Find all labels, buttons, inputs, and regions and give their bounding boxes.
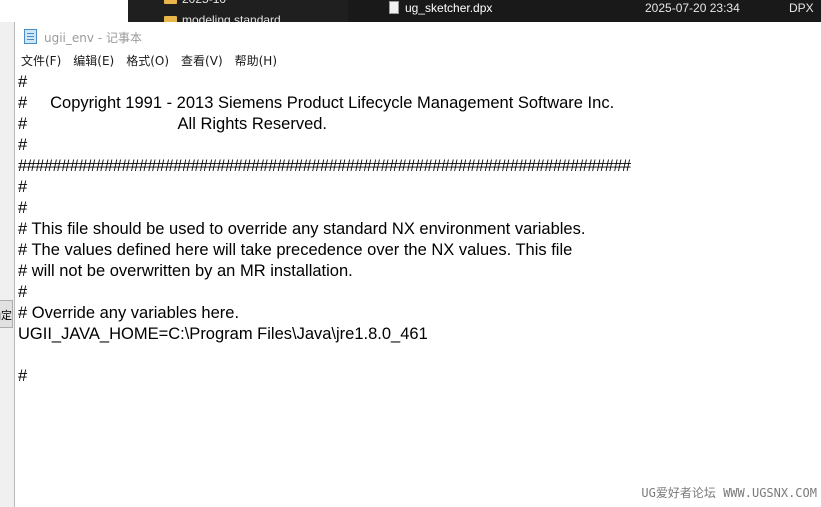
window-title: ugii_env - 记事本 xyxy=(44,31,142,45)
text-line: # All Rights Reserved. xyxy=(18,115,328,133)
title-bar[interactable]: ugii_env - 记事本 xyxy=(15,22,821,50)
file-name[interactable]: ug_sketcher.dpx xyxy=(405,1,492,15)
text-line: UGII_JAVA_HOME=C:\Program Files\Java\jre… xyxy=(18,325,428,343)
text-editor[interactable]: # # Copyright 1991 - 2013 Siemens Produc… xyxy=(15,72,821,507)
screen: 2025-10 modeling standard ug_sketcher.dp… xyxy=(0,0,821,507)
text-line: # xyxy=(18,199,28,217)
text-line: # xyxy=(18,367,28,385)
notepad-window: ugii_env - 记事本 文件(F) 编辑(E) 格式(O) 查看(V) 帮… xyxy=(14,22,821,507)
text-line: # xyxy=(18,178,28,196)
file-date: 2025-07-20 23:34 xyxy=(645,1,740,15)
text-line: # xyxy=(18,136,28,154)
confirm-button-label: 确定 xyxy=(0,309,12,322)
text-line: # Copyright 1991 - 2013 Siemens Product … xyxy=(18,94,615,112)
confirm-button[interactable]: 确定 xyxy=(0,300,13,328)
menu-help[interactable]: 帮助(H) xyxy=(229,50,283,71)
background-dialog: 确定 xyxy=(0,22,14,507)
file-icon xyxy=(389,1,399,14)
folder-icon xyxy=(164,0,177,4)
file-type: DPX xyxy=(789,1,814,15)
notepad-icon xyxy=(24,29,37,44)
text-line: # The values defined here will take prec… xyxy=(18,241,573,259)
text-line: # xyxy=(18,73,28,91)
text-line: # will not be overwritten by an MR insta… xyxy=(18,262,353,280)
menu-view[interactable]: 查看(V) xyxy=(175,50,229,71)
menu-bar: 文件(F) 编辑(E) 格式(O) 查看(V) 帮助(H) xyxy=(15,50,821,71)
folder-label[interactable]: 2025-10 xyxy=(182,0,226,6)
text-line: # This file should be used to override a… xyxy=(18,220,586,238)
text-line: # xyxy=(18,283,28,301)
menu-edit[interactable]: 编辑(E) xyxy=(67,50,120,71)
watermark: UG爱好者论坛 WWW.UGSNX.COM xyxy=(641,486,817,500)
menu-format[interactable]: 格式(O) xyxy=(120,50,175,71)
text-line: # Override any variables here. xyxy=(18,304,240,322)
text-line: ########################################… xyxy=(18,157,631,175)
background-folder-column: 2025-10 modeling standard xyxy=(128,0,348,27)
menu-file[interactable]: 文件(F) xyxy=(15,50,67,71)
